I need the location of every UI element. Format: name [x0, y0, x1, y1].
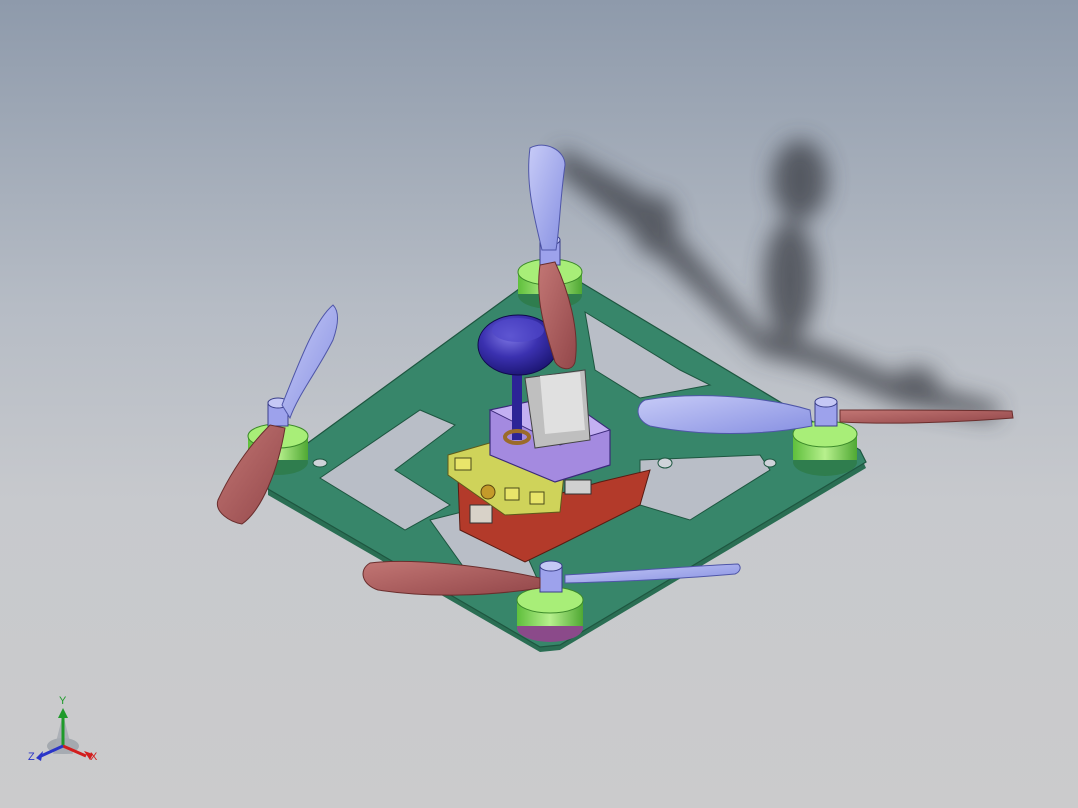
x-axis-label: X	[90, 751, 98, 763]
y-axis-label: Y	[59, 695, 67, 707]
graphics-viewport[interactable]: Y X Z	[0, 0, 1078, 808]
reference-triad: Y X Z	[26, 694, 106, 774]
drone-assembly-scene[interactable]	[0, 0, 1078, 808]
z-axis-label: Z	[28, 751, 35, 763]
